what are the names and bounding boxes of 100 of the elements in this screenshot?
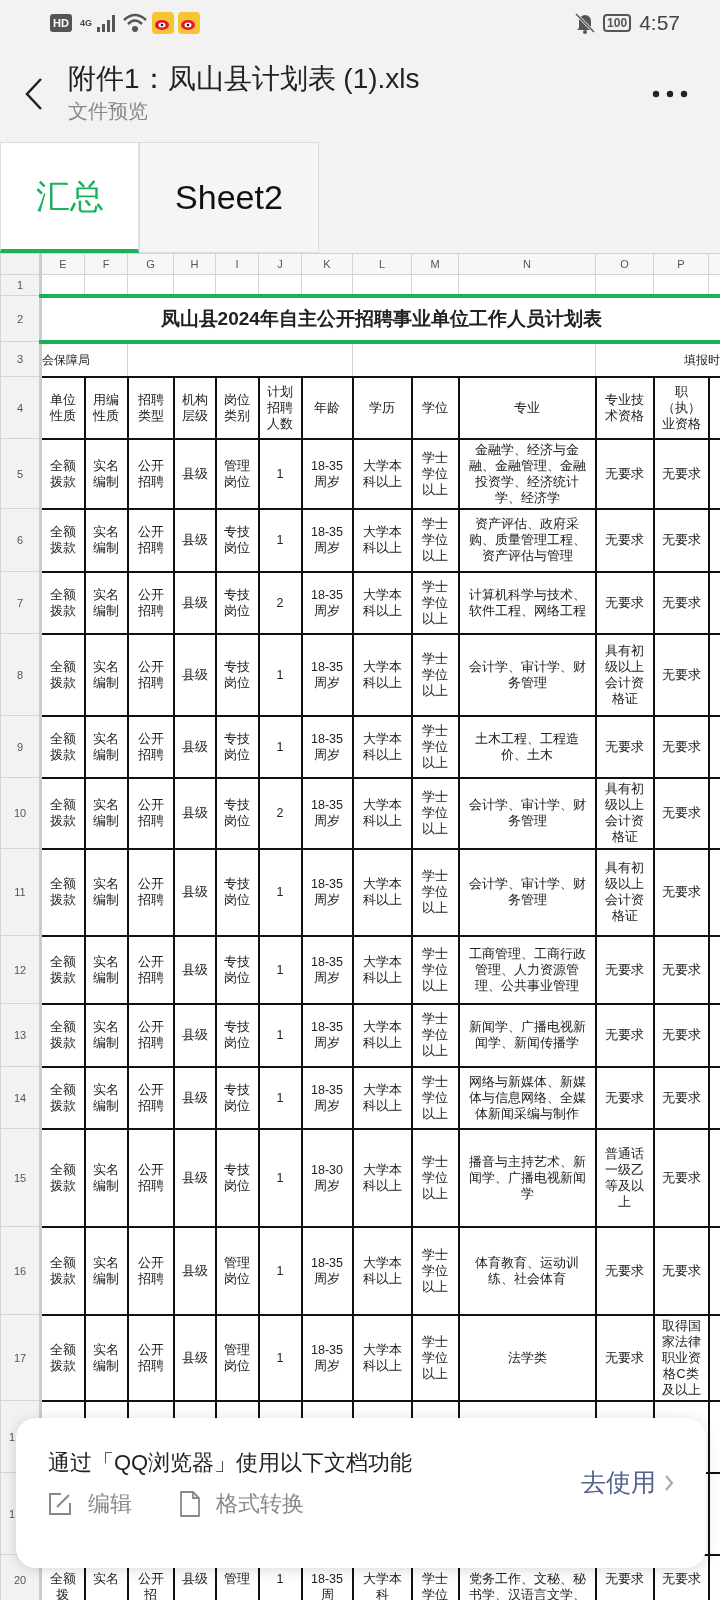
table-cell: 大学本科以上	[352, 1066, 412, 1129]
row-number: 12	[0, 935, 41, 1004]
table-cell: 2	[258, 777, 302, 849]
row-number: 5	[0, 438, 41, 509]
table-cell: 实名编制	[84, 935, 128, 1004]
table-cell: 1	[258, 935, 302, 1004]
table-cell: 学士学位以上	[411, 1128, 459, 1227]
table-cell: 县级	[173, 1226, 216, 1315]
table-cell: 18-35周岁	[301, 715, 353, 778]
table-cell: 全额拨款	[40, 935, 85, 1004]
table-cell: 工商管理、工商行政管理、人力资源管理、公共事业管理	[458, 935, 596, 1004]
column-letter: F	[84, 253, 128, 275]
table-cell: 全额拨款	[40, 633, 85, 716]
table-cell: 专技岗位	[215, 777, 259, 849]
table-cell: 18-30周岁	[301, 1128, 353, 1227]
column-letter: P	[653, 253, 709, 275]
table-cell: 大学本科以上	[352, 508, 412, 572]
table-cell: 无要求	[653, 935, 709, 1004]
table-cell: 学士学位以上	[411, 508, 459, 572]
table-cell: 学士学位以上	[411, 633, 459, 716]
bell-off-icon	[575, 12, 596, 34]
table-cell: 会计学、审计学、财务管理	[458, 777, 596, 849]
battery-indicator: 100	[603, 14, 632, 32]
table-cell: 县级	[173, 777, 216, 849]
table-cell: 无要求	[653, 1003, 709, 1067]
table-cell: 学士学位以上	[411, 1314, 459, 1401]
table-cell: 专技岗位	[215, 571, 259, 634]
table-cell: 计算机科学与技术、软件工程、网络工程	[458, 571, 596, 634]
table-cell: 学士学位以上	[411, 1226, 459, 1315]
row-number: 2	[0, 295, 41, 342]
table-cell: 学士学位以上	[411, 848, 459, 936]
file-subtitle: 文件预览	[68, 98, 149, 124]
table-cell: 1	[258, 508, 302, 572]
table-cell: 大学本科以上	[352, 438, 412, 509]
more-icon[interactable]	[652, 90, 688, 98]
table-cell: 无要求	[653, 1226, 709, 1315]
table-cell: 学士学位以上	[411, 777, 459, 849]
sheet-tab[interactable]: Sheet2	[139, 142, 319, 253]
table-cell: 县级	[173, 1314, 216, 1401]
table-cell: 学士学位以上	[411, 571, 459, 634]
sheet-tab[interactable]: 汇总	[0, 142, 139, 253]
table-cell: 学士学位以上	[411, 1066, 459, 1129]
column-header: 年龄	[301, 376, 353, 439]
action-link[interactable]: 格式转换	[216, 1487, 304, 1520]
table-cell: 无要求	[595, 1314, 654, 1401]
table-cell: 全额拨款	[40, 1066, 85, 1129]
column-header: 专业技术资格	[595, 376, 654, 439]
table-cell: 全额拨款	[40, 571, 85, 634]
table-cell: 1	[258, 633, 302, 716]
table-cell: 无要求	[653, 715, 709, 778]
table-cell: 实名编制	[84, 1226, 128, 1315]
table-cell: 全额拨款	[40, 438, 85, 509]
column-letter: L	[352, 253, 412, 275]
table-cell: 全额拨款	[40, 1003, 85, 1067]
table-cell: 县级	[173, 1066, 216, 1129]
table-cell: 专技岗位	[215, 1066, 259, 1129]
table-cell: 县级	[173, 935, 216, 1004]
table-cell: 18-35周岁	[301, 571, 353, 634]
row-number: 17	[0, 1314, 41, 1401]
column-header: 专业	[458, 376, 596, 439]
table-cell: 18-35周岁	[301, 935, 353, 1004]
table-cell: 大学本科以上	[352, 777, 412, 849]
table-cell: 实名编制	[84, 1128, 128, 1227]
table-cell: 1	[258, 438, 302, 509]
back-icon[interactable]	[24, 77, 44, 111]
table-cell: 无要求	[653, 1128, 709, 1227]
table-cell: 实名编制	[84, 715, 128, 778]
use-button[interactable]: 去使用	[581, 1464, 674, 1502]
table-cell: 新闻学、广播电视新闻学、新闻传播学	[458, 1003, 596, 1067]
row-number: 9	[0, 715, 41, 778]
table-cell: 会计学、审计学、财务管理	[458, 633, 596, 716]
column-header: 机构层级	[173, 376, 216, 439]
edit-icon	[48, 1491, 72, 1516]
table-cell: 无要求	[595, 1226, 654, 1315]
table-cell: 18-35周岁	[301, 508, 353, 572]
table-cell: 大学本科以上	[352, 633, 412, 716]
table-cell: 无要求	[595, 935, 654, 1004]
table-cell: 大学本科以上	[352, 1003, 412, 1067]
table-cell: 实名编制	[84, 438, 128, 509]
table-cell: 实名编制	[84, 1003, 128, 1067]
table-cell: 实名编制	[84, 571, 128, 634]
table-cell: 县级	[173, 508, 216, 572]
app-icon	[151, 12, 174, 34]
table-cell: 公开招聘	[127, 715, 174, 778]
table-cell: 取得国家法律职业资格C类及以上	[653, 1314, 709, 1401]
action-link[interactable]: 编辑	[88, 1487, 132, 1520]
table-cell: 1	[258, 1003, 302, 1067]
table-cell: 专技岗位	[215, 848, 259, 936]
table-cell: 无要求	[653, 848, 709, 936]
app-icon	[177, 12, 200, 34]
row-number: 11	[0, 848, 41, 936]
table-cell: 法学类	[458, 1314, 596, 1401]
table-cell: 18-35周岁	[301, 1066, 353, 1129]
row-number: 3	[0, 341, 41, 377]
table-cell: 全额拨款	[40, 1226, 85, 1315]
table-cell: 大学本科以上	[352, 1128, 412, 1227]
table-cell: 全额拨款	[40, 1314, 85, 1401]
table-cell: 网络与新媒体、新媒体与信息网络、全媒体新闻采编与制作	[458, 1066, 596, 1129]
table-cell: 专技岗位	[215, 935, 259, 1004]
table-cell: 县级	[173, 715, 216, 778]
